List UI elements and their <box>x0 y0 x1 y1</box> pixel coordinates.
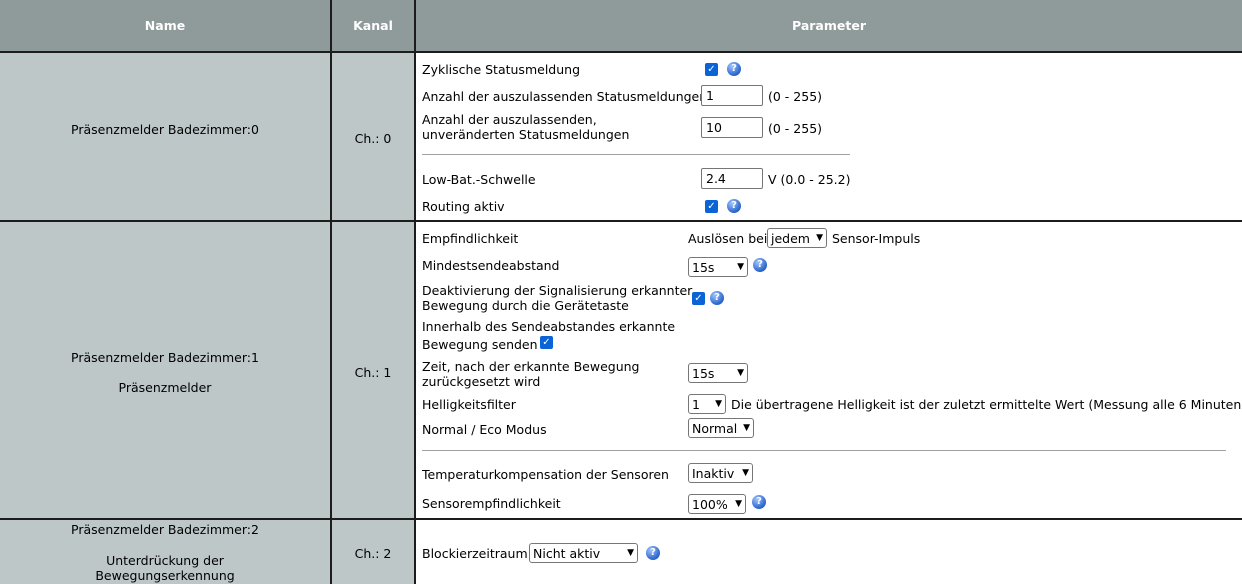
skip-unchanged-label-1: Anzahl der auszulassenden, <box>422 112 597 127</box>
separator <box>422 154 850 155</box>
low-bat-range: V (0.0 - 25.2) <box>768 172 851 187</box>
check-icon: ✓ <box>694 293 703 304</box>
skip-unchanged-label-2: unveränderten Statusmeldungen <box>422 127 630 142</box>
skip-status-input[interactable]: 1 <box>701 85 763 106</box>
cyclic-status-label: Zyklische Statusmeldung <box>422 62 581 77</box>
check-icon: ✓ <box>707 201 716 212</box>
device-subname-2b: Bewegungserkennung <box>95 568 235 583</box>
help-icon[interactable]: ? <box>752 495 766 509</box>
skip-status-label: Anzahl der auszulassenden Statusmeldunge… <box>422 89 708 104</box>
sensitivity-suffix: Sensor-Impuls <box>832 231 921 246</box>
chevron-down-icon: ▼ <box>715 398 722 409</box>
chevron-down-icon: ▼ <box>742 467 749 478</box>
routing-label: Routing aktiv <box>422 199 505 214</box>
chevron-down-icon: ▼ <box>627 547 634 558</box>
column-header-name: Name <box>0 0 330 51</box>
chevron-down-icon: ▼ <box>735 498 742 509</box>
brightness-filter-label: Helligkeitsfilter <box>422 397 516 412</box>
check-icon: ✓ <box>542 337 551 348</box>
routing-checkbox[interactable]: ✓ <box>705 200 718 213</box>
device-subname-2a: Unterdrückung der <box>106 553 224 568</box>
eco-mode-label: Normal / Eco Modus <box>422 422 547 437</box>
deactivate-signal-checkbox[interactable]: ✓ <box>692 292 705 305</box>
send-within-label-2: Bewegung senden <box>422 337 538 352</box>
reset-time-label-2: zurückgesetzt wird <box>422 374 541 389</box>
min-interval-select[interactable]: 15s ▼ <box>688 257 748 277</box>
deactivate-signal-label-1: Deaktivierung der Signalisierung erkannt… <box>422 283 693 298</box>
deactivate-signal-label-2: Bewegung durch die Gerätetaste <box>422 298 629 313</box>
low-bat-input[interactable]: 2.4 <box>701 168 763 189</box>
help-icon[interactable]: ? <box>727 199 741 213</box>
device-name-0: Präsenzmelder Badezimmer:0 <box>71 122 259 137</box>
device-name-1: Präsenzmelder Badezimmer:1 <box>71 350 259 365</box>
temp-comp-label: Temperaturkompensation der Sensoren <box>422 467 669 482</box>
help-icon[interactable]: ? <box>753 258 767 272</box>
help-icon[interactable]: ? <box>646 546 660 560</box>
send-within-checkbox[interactable]: ✓ <box>540 336 553 349</box>
reset-time-label-1: Zeit, nach der erkannte Bewegung <box>422 359 640 374</box>
skip-status-range: (0 - 255) <box>768 89 823 104</box>
cyclic-status-checkbox[interactable]: ✓ <box>705 63 718 76</box>
chevron-down-icon: ▼ <box>743 422 750 433</box>
brightness-filter-select[interactable]: 1 ▼ <box>688 394 726 414</box>
column-header-kanal: Kanal <box>332 0 414 51</box>
chevron-down-icon: ▼ <box>737 261 744 272</box>
device-subname-1: Präsenzmelder <box>118 380 212 395</box>
min-interval-label: Mindestsendeabstand <box>422 258 560 273</box>
sensor-sens-label: Sensorempfindlichkeit <box>422 496 561 511</box>
chevron-down-icon: ▼ <box>737 367 744 378</box>
sensitivity-select[interactable]: jedem ▼ <box>767 228 827 248</box>
channel-label-2: Ch.: 2 <box>354 546 392 561</box>
separator <box>422 450 1226 451</box>
low-bat-label: Low-Bat.-Schwelle <box>422 172 536 187</box>
sensitivity-prefix: Auslösen bei <box>688 231 768 246</box>
check-icon: ✓ <box>707 64 716 75</box>
eco-mode-select[interactable]: Normal ▼ <box>688 418 754 438</box>
device-name-2: Präsenzmelder Badezimmer:2 <box>71 522 259 537</box>
chevron-down-icon: ▼ <box>816 232 823 243</box>
reset-time-select[interactable]: 15s ▼ <box>688 363 748 383</box>
send-within-label-1: Innerhalb des Sendeabstandes erkannte <box>422 319 676 334</box>
block-time-select[interactable]: Nicht aktiv ▼ <box>529 543 638 563</box>
sensitivity-label: Empfindlichkeit <box>422 231 519 246</box>
skip-unchanged-input[interactable]: 10 <box>701 117 763 138</box>
skip-unchanged-range: (0 - 255) <box>768 121 823 136</box>
channel-label-1: Ch.: 1 <box>354 365 392 380</box>
block-time-label: Blockierzeitraum <box>422 546 528 561</box>
brightness-filter-note: Die übertragene Helligkeit ist der zulet… <box>731 397 1242 412</box>
help-icon[interactable]: ? <box>710 291 724 305</box>
sensor-sens-select[interactable]: 100% ▼ <box>688 494 746 514</box>
temp-comp-select[interactable]: Inaktiv ▼ <box>688 463 753 483</box>
column-header-parameter: Parameter <box>416 0 1242 51</box>
channel-label-0: Ch.: 0 <box>354 131 392 146</box>
help-icon[interactable]: ? <box>727 62 741 76</box>
name-cell-1 <box>0 222 330 518</box>
